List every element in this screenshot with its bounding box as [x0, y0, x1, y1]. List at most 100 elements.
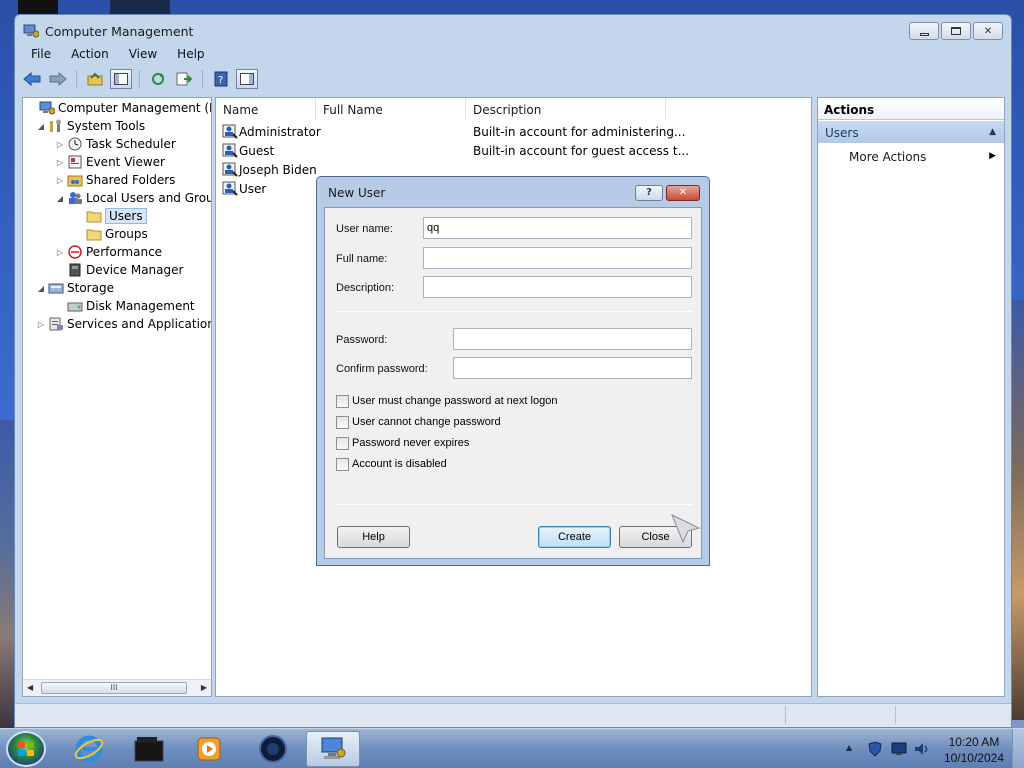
collapsed-arrow-icon[interactable]: ▷ — [55, 158, 65, 167]
menu-file[interactable]: File — [21, 45, 61, 65]
title-bar[interactable]: Computer Management ✕ — [15, 15, 1011, 45]
user-name-field[interactable]: qq — [423, 217, 692, 239]
tree-item-users[interactable]: Users — [74, 207, 147, 225]
checkbox-box[interactable] — [336, 436, 349, 450]
export-list-button[interactable] — [173, 69, 195, 89]
start-button[interactable] — [6, 731, 46, 767]
scroll-right-icon[interactable]: ▶ — [201, 683, 207, 692]
taskbar: ▲ 10:20 AM 10/10/2024 — [0, 728, 1024, 768]
description-cell: Built-in account for guest access t... — [473, 144, 690, 158]
tree-item-device-manager[interactable]: Device Manager — [55, 261, 183, 279]
create-button[interactable]: Create — [538, 526, 611, 548]
maximize-icon — [951, 27, 961, 35]
table-row[interactable]: Guest Built-in account for guest access t… — [216, 142, 806, 161]
tree-item-local-users-and-groups[interactable]: ◢ Local Users and Groups — [55, 189, 211, 207]
expanded-arrow-icon[interactable]: ◢ — [36, 122, 46, 131]
expanded-arrow-icon[interactable]: ◢ — [55, 194, 65, 203]
tree-item-system-tools[interactable]: ◢ System Tools — [36, 117, 145, 135]
cannot-change-password-checkbox[interactable]: User cannot change password — [336, 414, 501, 430]
shared-folders-icon — [67, 173, 83, 187]
menu-help[interactable]: Help — [167, 45, 214, 65]
media-player-icon — [197, 737, 221, 761]
menu-action[interactable]: Action — [61, 45, 119, 65]
maximize-button[interactable] — [941, 22, 971, 40]
collapse-up-icon: ▲ — [989, 127, 996, 137]
password-never-expires-checkbox[interactable]: Password never expires — [336, 435, 469, 451]
menu-bar: File Action View Help — [21, 45, 215, 65]
dialog-title: New User — [328, 186, 386, 200]
description-cell: Built-in account for administering... — [473, 125, 686, 139]
back-arrow-icon — [23, 72, 41, 86]
up-folder-button[interactable] — [84, 69, 106, 89]
collapsed-arrow-icon[interactable]: ▷ — [55, 248, 65, 257]
checkbox-box[interactable] — [336, 457, 349, 471]
taskbar-app-globe[interactable] — [246, 731, 300, 767]
more-actions-label: More Actions — [849, 150, 927, 164]
taskbar-computer-management[interactable] — [306, 731, 360, 767]
confirm-password-field[interactable] — [453, 357, 692, 379]
help-button[interactable]: Help — [337, 526, 410, 548]
taskbar-media-player[interactable] — [182, 731, 236, 767]
network-icon[interactable] — [891, 742, 907, 756]
tree-item-label: Local Users and Groups — [86, 191, 211, 205]
scroll-thumb[interactable]: III — [41, 682, 187, 694]
column-header-name[interactable]: Name — [216, 98, 316, 120]
minimize-button[interactable] — [909, 22, 939, 40]
account-disabled-checkbox[interactable]: Account is disabled — [336, 456, 447, 472]
tree-item-performance[interactable]: ▷ Performance — [55, 243, 162, 261]
collapsed-arrow-icon[interactable]: ▷ — [55, 140, 65, 149]
table-row[interactable]: Administrator Built-in account for admini… — [216, 123, 806, 142]
expanded-arrow-icon[interactable]: ◢ — [36, 284, 46, 293]
menu-view[interactable]: View — [119, 45, 167, 65]
refresh-button[interactable] — [147, 69, 169, 89]
computer-management-icon — [23, 24, 40, 38]
show-hide-action-pane-button[interactable] — [236, 69, 258, 89]
tree-item-groups[interactable]: Groups — [74, 225, 148, 243]
checkbox-box[interactable] — [336, 394, 349, 408]
back-button[interactable] — [21, 69, 43, 89]
export-list-icon — [176, 72, 192, 86]
checkbox-label: User cannot change password — [352, 416, 501, 428]
user-name-cell: Administrator — [239, 125, 321, 139]
password-label: Password: — [336, 334, 388, 346]
services-icon — [48, 317, 64, 331]
must-change-password-checkbox[interactable]: User must change password at next logon — [336, 393, 557, 409]
toolbar: ? — [21, 67, 258, 91]
show-hide-console-tree-button[interactable] — [110, 69, 132, 89]
clock-time: 10:20 AM — [948, 735, 1000, 749]
security-shield-icon[interactable] — [868, 741, 882, 757]
scroll-left-icon[interactable]: ◀ — [27, 683, 33, 692]
help-toolbar-button[interactable]: ? — [210, 69, 232, 89]
column-header-full-name[interactable]: Full Name — [316, 98, 466, 120]
console-tree: Computer Management (Local◢System Tools▷… — [22, 97, 212, 697]
tree-item-storage[interactable]: ◢ Storage — [36, 279, 114, 297]
full-name-field[interactable] — [423, 247, 692, 269]
dialog-close-button[interactable]: ✕ — [666, 185, 700, 201]
folder-icon — [86, 209, 102, 223]
description-field[interactable] — [423, 276, 692, 298]
checkbox-box[interactable] — [336, 415, 349, 429]
tree-item-shared-folders[interactable]: ▷ Shared Folders — [55, 171, 175, 189]
actions-section-users[interactable]: Users ▲ — [818, 121, 1004, 143]
forward-button[interactable] — [47, 69, 69, 89]
close-button[interactable]: ✕ — [973, 22, 1003, 40]
tree-item-computer-management-local[interactable]: Computer Management (Local — [27, 99, 211, 117]
collapsed-arrow-icon[interactable]: ▷ — [36, 320, 46, 329]
tree-item-event-viewer[interactable]: ▷ Event Viewer — [55, 153, 165, 171]
collapsed-arrow-icon[interactable]: ▷ — [55, 176, 65, 185]
tree-item-task-scheduler[interactable]: ▷ Task Scheduler — [55, 135, 176, 153]
more-actions-item[interactable]: More Actions — [849, 150, 926, 164]
dialog-help-button[interactable]: ? — [635, 185, 663, 201]
taskbar-explorer[interactable] — [122, 731, 176, 767]
show-hidden-icons-button[interactable]: ▲ — [846, 743, 852, 752]
tree-item-label: Services and Applications — [67, 317, 212, 331]
show-desktop-button[interactable] — [1012, 729, 1024, 768]
tree-item-services-and-applications[interactable]: ▷ Services and Applications — [36, 315, 212, 333]
taskbar-internet-explorer[interactable] — [62, 731, 116, 767]
system-clock[interactable]: 10:20 AM 10/10/2024 — [944, 734, 1004, 766]
tree-item-disk-management[interactable]: Disk Management — [55, 297, 195, 315]
password-field[interactable] — [453, 328, 692, 350]
volume-icon[interactable] — [914, 742, 930, 756]
column-header-description[interactable]: Description — [466, 98, 666, 120]
horizontal-scrollbar[interactable]: ◀ III ▶ — [23, 679, 211, 696]
